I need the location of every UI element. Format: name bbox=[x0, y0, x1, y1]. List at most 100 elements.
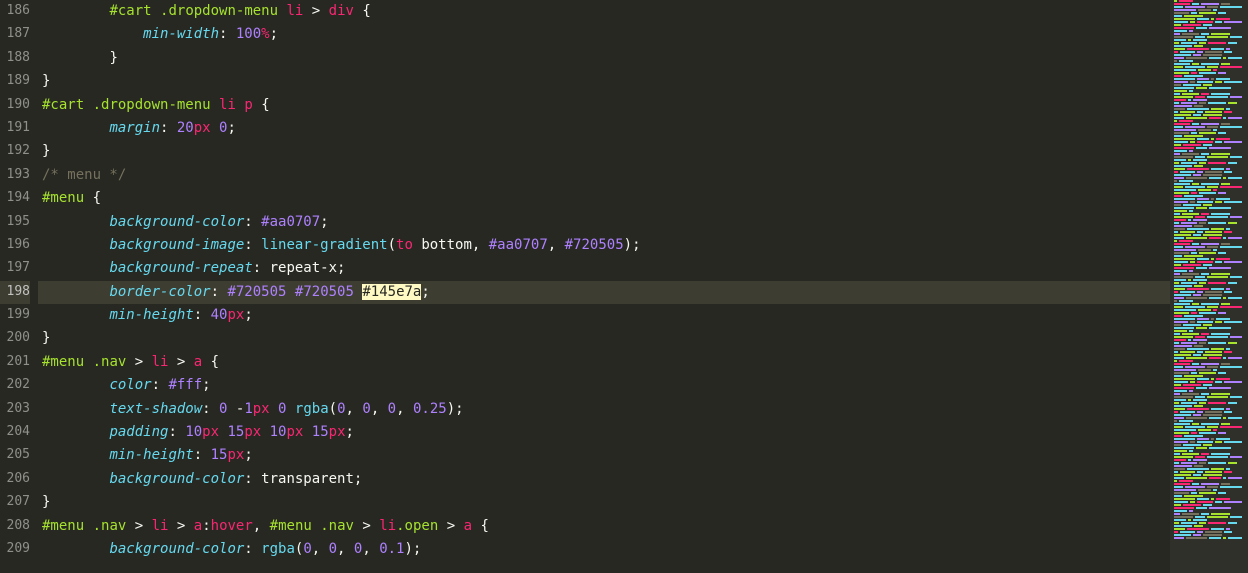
token-def: : bbox=[244, 541, 261, 557]
token-tag: a bbox=[464, 518, 472, 534]
line-number[interactable]: 201 bbox=[0, 351, 30, 374]
code-editor[interactable]: 1861871881891901911921931941951961971981… bbox=[0, 0, 1170, 573]
line-number[interactable]: 187 bbox=[0, 23, 30, 46]
line-number[interactable]: 188 bbox=[0, 47, 30, 70]
code-line[interactable]: min-height: 40px; bbox=[38, 304, 1170, 327]
code-line[interactable]: #menu .nav > li > a:hover, #menu .nav > … bbox=[38, 515, 1170, 538]
line-number[interactable]: 191 bbox=[0, 117, 30, 140]
token-id: #menu bbox=[42, 354, 84, 370]
token-def: , bbox=[371, 401, 388, 417]
code-line[interactable]: } bbox=[38, 491, 1170, 514]
code-line[interactable]: text-shadow: 0 -1px 0 rgba(0, 0, 0, 0.25… bbox=[38, 398, 1170, 421]
token-prop: min-height bbox=[109, 307, 193, 323]
code-line[interactable]: background-color: transparent; bbox=[38, 468, 1170, 491]
token-def: } bbox=[42, 330, 50, 346]
token-hex: #720505 bbox=[565, 237, 624, 253]
token-def: ; bbox=[244, 447, 252, 463]
token-def: : bbox=[152, 377, 169, 393]
token-def bbox=[211, 120, 219, 136]
token-def: ; bbox=[244, 307, 252, 323]
token-prop: background-color bbox=[109, 541, 244, 557]
code-line[interactable]: #cart .dropdown-menu li p { bbox=[38, 94, 1170, 117]
code-line[interactable]: /* menu */ bbox=[38, 164, 1170, 187]
token-tag: li bbox=[152, 354, 169, 370]
token-def bbox=[286, 401, 294, 417]
line-number[interactable]: 207 bbox=[0, 491, 30, 514]
token-def: , bbox=[548, 237, 565, 253]
token-def: { bbox=[472, 518, 489, 534]
token-def: : bbox=[244, 214, 261, 230]
line-number[interactable]: 204 bbox=[0, 421, 30, 444]
code-line[interactable]: #cart .dropdown-menu li > div { bbox=[38, 0, 1170, 23]
token-cls: .nav bbox=[320, 518, 354, 534]
code-area[interactable]: #cart .dropdown-menu li > div { min-widt… bbox=[38, 0, 1170, 573]
token-num: 15 bbox=[227, 424, 244, 440]
line-number[interactable]: 198 bbox=[0, 281, 30, 304]
token-def: : bbox=[211, 284, 228, 300]
token-cls: .open bbox=[396, 518, 438, 534]
token-prop: margin bbox=[109, 120, 160, 136]
token-num: 1 bbox=[244, 401, 252, 417]
line-number[interactable]: 197 bbox=[0, 257, 30, 280]
token-def: > bbox=[126, 354, 151, 370]
token-tag: div bbox=[329, 3, 354, 19]
code-line[interactable]: padding: 10px 15px 10px 15px; bbox=[38, 421, 1170, 444]
code-line[interactable]: #menu .nav > li > a { bbox=[38, 351, 1170, 374]
line-number-gutter[interactable]: 1861871881891901911921931941951961971981… bbox=[0, 0, 38, 573]
line-number[interactable]: 195 bbox=[0, 211, 30, 234]
token-unit: px bbox=[227, 307, 244, 323]
code-line[interactable]: margin: 20px 0; bbox=[38, 117, 1170, 140]
code-line[interactable]: } bbox=[38, 140, 1170, 163]
token-def: ; bbox=[346, 424, 354, 440]
code-line[interactable]: background-color: #aa0707; bbox=[38, 211, 1170, 234]
token-fn: linear-gradient bbox=[261, 237, 387, 253]
line-number[interactable]: 202 bbox=[0, 374, 30, 397]
code-line[interactable]: } bbox=[38, 47, 1170, 70]
token-cls: .dropdown-menu bbox=[160, 3, 278, 19]
token-kw: hover bbox=[211, 518, 253, 534]
token-def bbox=[270, 401, 278, 417]
token-tag: a bbox=[194, 354, 202, 370]
token-def bbox=[261, 424, 269, 440]
line-number[interactable]: 209 bbox=[0, 538, 30, 561]
code-line[interactable]: min-width: 100%; bbox=[38, 23, 1170, 46]
line-number[interactable]: 199 bbox=[0, 304, 30, 327]
token-def: } bbox=[42, 494, 50, 510]
line-number[interactable]: 194 bbox=[0, 187, 30, 210]
code-line[interactable]: } bbox=[38, 70, 1170, 93]
token-unit: px bbox=[202, 424, 219, 440]
code-line[interactable]: color: #fff; bbox=[38, 374, 1170, 397]
code-line[interactable]: background-image: linear-gradient(to bot… bbox=[38, 234, 1170, 257]
token-def bbox=[211, 97, 219, 113]
line-number[interactable]: 190 bbox=[0, 94, 30, 117]
token-def: : bbox=[244, 237, 261, 253]
token-prop: background-image bbox=[109, 237, 244, 253]
token-num: 15 bbox=[312, 424, 329, 440]
token-num: 10 bbox=[185, 424, 202, 440]
token-hl: #145e7a bbox=[362, 284, 421, 300]
code-line[interactable]: min-height: 15px; bbox=[38, 444, 1170, 467]
line-number[interactable]: 200 bbox=[0, 327, 30, 350]
token-def: ; bbox=[320, 214, 328, 230]
code-line[interactable]: background-repeat: repeat-x; bbox=[38, 257, 1170, 280]
line-number[interactable]: 196 bbox=[0, 234, 30, 257]
line-number[interactable]: 186 bbox=[0, 0, 30, 23]
code-line[interactable]: background-color: rgba(0, 0, 0, 0.1); bbox=[38, 538, 1170, 561]
token-id: #menu bbox=[42, 518, 84, 534]
code-line[interactable]: #menu { bbox=[38, 187, 1170, 210]
token-cls: .dropdown-menu bbox=[93, 97, 211, 113]
line-number[interactable]: 189 bbox=[0, 70, 30, 93]
code-line[interactable]: border-color: #720505 #720505 #145e7a; bbox=[38, 281, 1170, 304]
line-number[interactable]: 206 bbox=[0, 468, 30, 491]
token-tag: a bbox=[194, 518, 202, 534]
minimap[interactable] bbox=[1170, 0, 1248, 573]
code-line[interactable]: } bbox=[38, 327, 1170, 350]
line-number[interactable]: 205 bbox=[0, 444, 30, 467]
line-number[interactable]: 208 bbox=[0, 515, 30, 538]
line-number[interactable]: 192 bbox=[0, 140, 30, 163]
token-def: : repeat-x; bbox=[253, 260, 346, 276]
line-number[interactable]: 203 bbox=[0, 398, 30, 421]
token-id: #menu bbox=[270, 518, 312, 534]
line-number[interactable]: 193 bbox=[0, 164, 30, 187]
token-def: } bbox=[42, 143, 50, 159]
